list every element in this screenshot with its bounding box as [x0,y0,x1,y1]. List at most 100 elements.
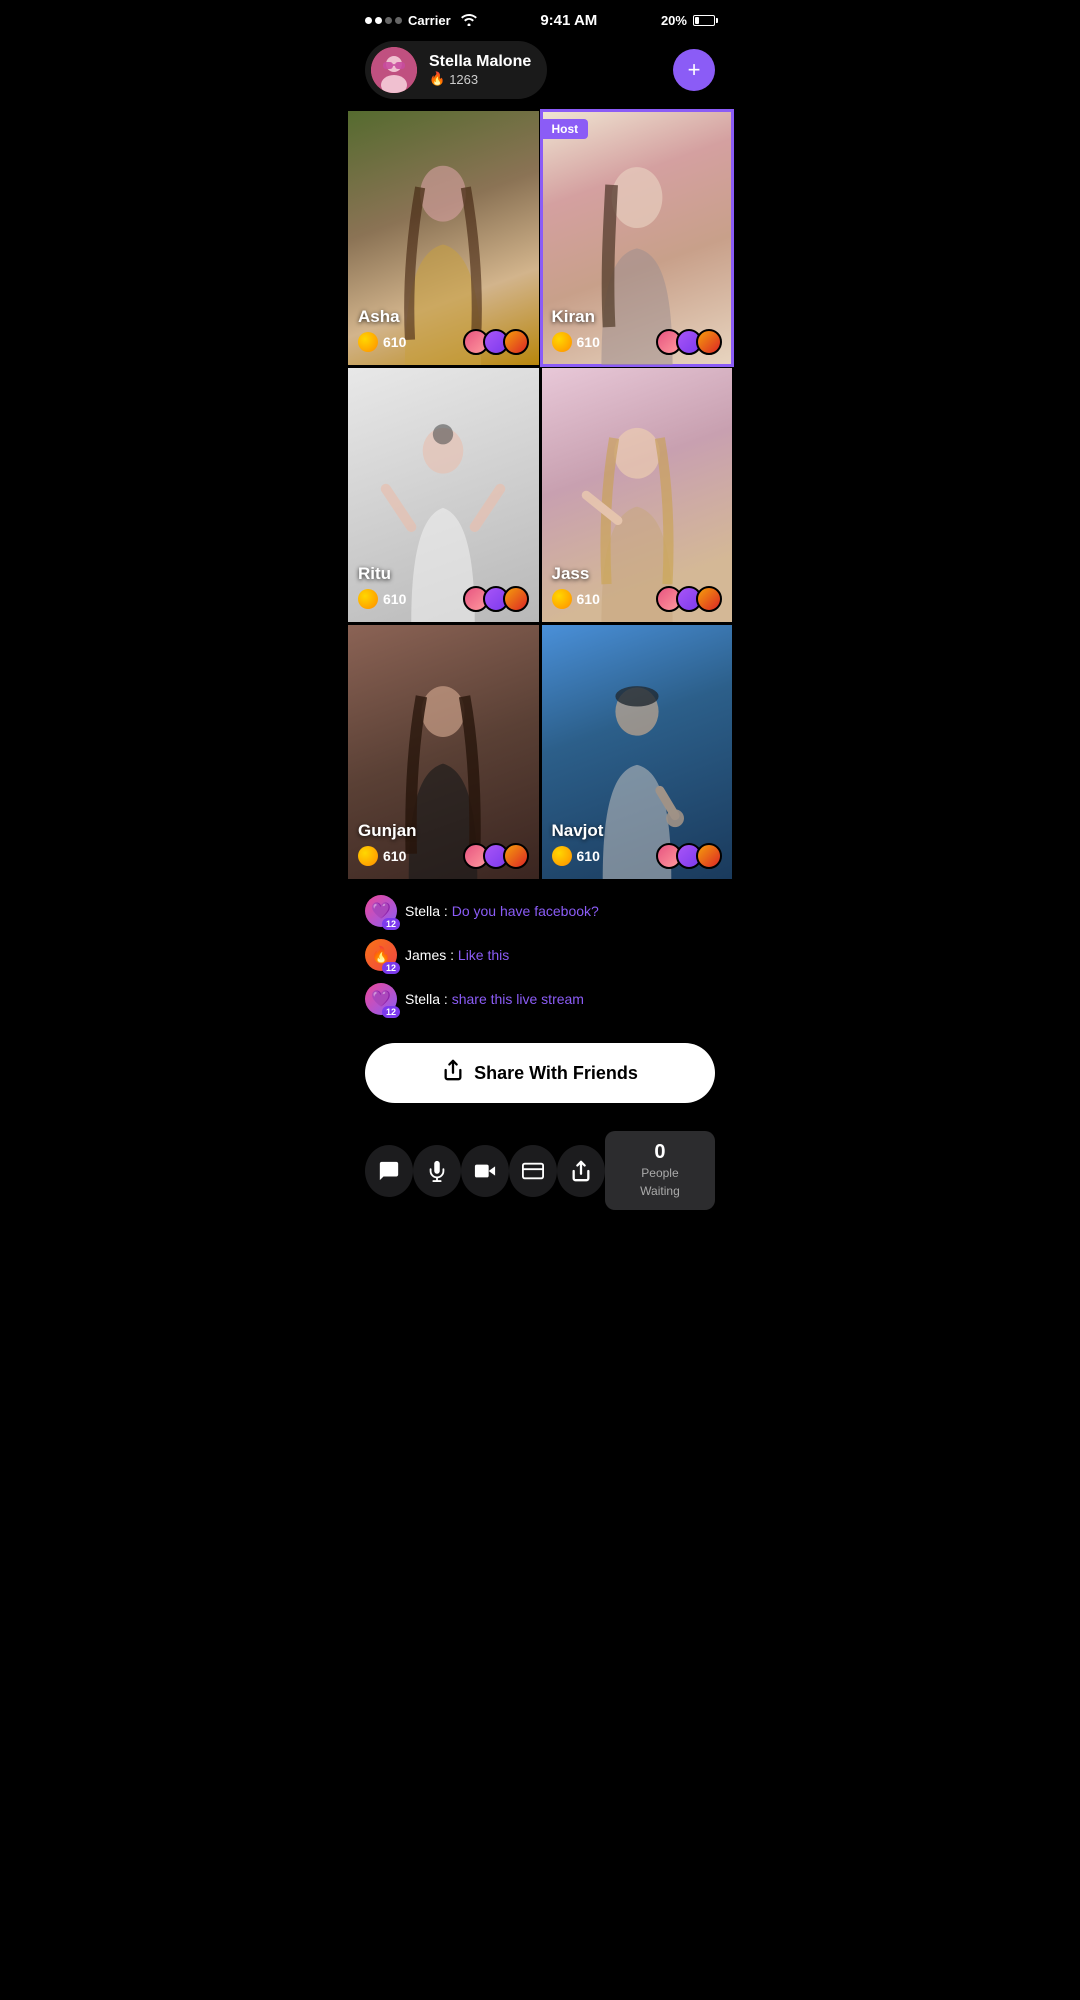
wallet-icon-button[interactable] [509,1145,557,1197]
signal-dot-3 [385,17,392,24]
coin-count-kiran: 610 [552,332,600,352]
chat-text-2: James : Like this [405,947,509,963]
share-button-label: Share With Friends [474,1063,638,1084]
user-score: 🔥 1263 [429,71,531,87]
chat-badge-3: 12 [382,1006,400,1018]
coin-icon-asha [358,332,378,352]
stream-stats-navjot: 610 [552,843,723,869]
coin-count-asha: 610 [358,332,406,352]
chat-message-1: 💜 12 Stella : Do you have facebook? [365,895,715,927]
chat-message-2: 🔥 12 James : Like this [365,939,715,971]
avatar-stack-kiran [656,329,722,355]
avatar-stack-ritu [463,586,529,612]
stream-stats-jass: 610 [552,586,723,612]
coin-count-ritu: 610 [358,589,406,609]
video-icon-button[interactable] [461,1145,509,1197]
coin-count-gunjan: 610 [358,846,406,866]
stream-cell-asha[interactable]: Asha 610 [348,111,539,365]
people-waiting-panel: 0 People Waiting [605,1131,715,1210]
signal-dot-4 [395,17,402,24]
wifi-icon [461,13,477,29]
status-left: Carrier [365,13,477,29]
stream-stats-ritu: 610 [358,586,529,612]
stream-cell-ritu[interactable]: Ritu 610 [348,368,539,622]
stream-name-asha: Asha [358,307,400,327]
flame-icon: 🔥 [429,71,445,87]
add-button[interactable]: + [673,49,715,91]
mini-avatar-n3 [696,843,722,869]
user-avatar [371,47,417,93]
coin-count-navjot: 610 [552,846,600,866]
battery-percent: 20% [661,13,687,28]
avatar-stack-gunjan [463,843,529,869]
carrier-label: Carrier [408,13,451,28]
chat-message-text-1: Do you have facebook? [452,903,599,919]
share-button-wrap: Share With Friends [345,1039,735,1119]
stream-stats-gunjan: 610 [358,843,529,869]
people-waiting-count: 0 [623,1141,697,1164]
coin-value-navjot: 610 [577,848,600,864]
stream-name-ritu: Ritu [358,564,391,584]
chat-avatar-wrap-1: 💜 12 [365,895,397,927]
status-bar: Carrier 9:41 AM 20% [345,0,735,35]
chat-sender-2: James : [405,947,458,963]
coin-icon-kiran [552,332,572,352]
chat-badge-1: 12 [382,918,400,930]
mini-avatar-k3 [696,329,722,355]
stream-cell-navjot[interactable]: Navjot 610 [542,625,733,879]
avatar-stack-navjot [656,843,722,869]
coin-value-asha: 610 [383,334,406,350]
stream-cell-gunjan[interactable]: Gunjan 610 [348,625,539,879]
stream-name-jass: Jass [552,564,590,584]
battery-icon [693,15,715,26]
coin-value-ritu: 610 [383,591,406,607]
chat-badge-2: 12 [382,962,400,974]
chat-sender-3: Stella : [405,991,452,1007]
signal-dot-2 [375,17,382,24]
bottom-bar: 0 People Waiting [345,1119,735,1230]
chat-message-text-3: share this live stream [452,991,584,1007]
stream-cell-jass[interactable]: Jass 610 [542,368,733,622]
chat-text-1: Stella : Do you have facebook? [405,903,599,919]
stream-cell-kiran[interactable]: Host Kiran 610 [542,111,733,365]
share-with-friends-button[interactable]: Share With Friends [365,1043,715,1103]
stream-grid: Asha 610 Host Kiran [345,111,735,879]
user-name: Stella Malone [429,53,531,71]
coin-icon-gunjan [358,846,378,866]
stream-stats-asha: 610 [358,329,529,355]
chat-message-text-2: Like this [458,947,509,963]
coin-icon-navjot [552,846,572,866]
signal-dots [365,17,402,24]
host-badge-kiran: Host [542,119,589,139]
stream-stats-kiran: 610 [552,329,723,355]
share-icon-button[interactable] [557,1145,605,1197]
coin-value-gunjan: 610 [383,848,406,864]
user-details: Stella Malone 🔥 1263 [429,53,531,87]
mini-avatar-r3 [503,586,529,612]
coin-icon-ritu [358,589,378,609]
chat-avatar-wrap-3: 💜 12 [365,983,397,1015]
mini-avatar-j3 [696,586,722,612]
stream-name-navjot: Navjot [552,821,604,841]
chat-section: 💜 12 Stella : Do you have facebook? 🔥 12… [345,879,735,1039]
share-button-icon [442,1059,464,1087]
mic-icon-button[interactable] [413,1145,461,1197]
coin-value-jass: 610 [577,591,600,607]
signal-dot-1 [365,17,372,24]
time-display: 9:41 AM [540,12,597,29]
coin-value-kiran: 610 [577,334,600,350]
chat-message-3: 💜 12 Stella : share this live stream [365,983,715,1015]
chat-text-3: Stella : share this live stream [405,991,584,1007]
chat-avatar-wrap-2: 🔥 12 [365,939,397,971]
people-waiting-label: People Waiting [640,1166,680,1198]
user-header: Stella Malone 🔥 1263 + [345,35,735,111]
mini-avatar-g3 [503,843,529,869]
avatar-stack-asha [463,329,529,355]
stream-name-gunjan: Gunjan [358,821,417,841]
chat-icon-button[interactable] [365,1145,413,1197]
chat-sender-1: Stella : [405,903,452,919]
coin-count-jass: 610 [552,589,600,609]
score-value: 1263 [449,72,478,87]
battery-fill [695,17,699,24]
user-info-card[interactable]: Stella Malone 🔥 1263 [365,41,547,99]
